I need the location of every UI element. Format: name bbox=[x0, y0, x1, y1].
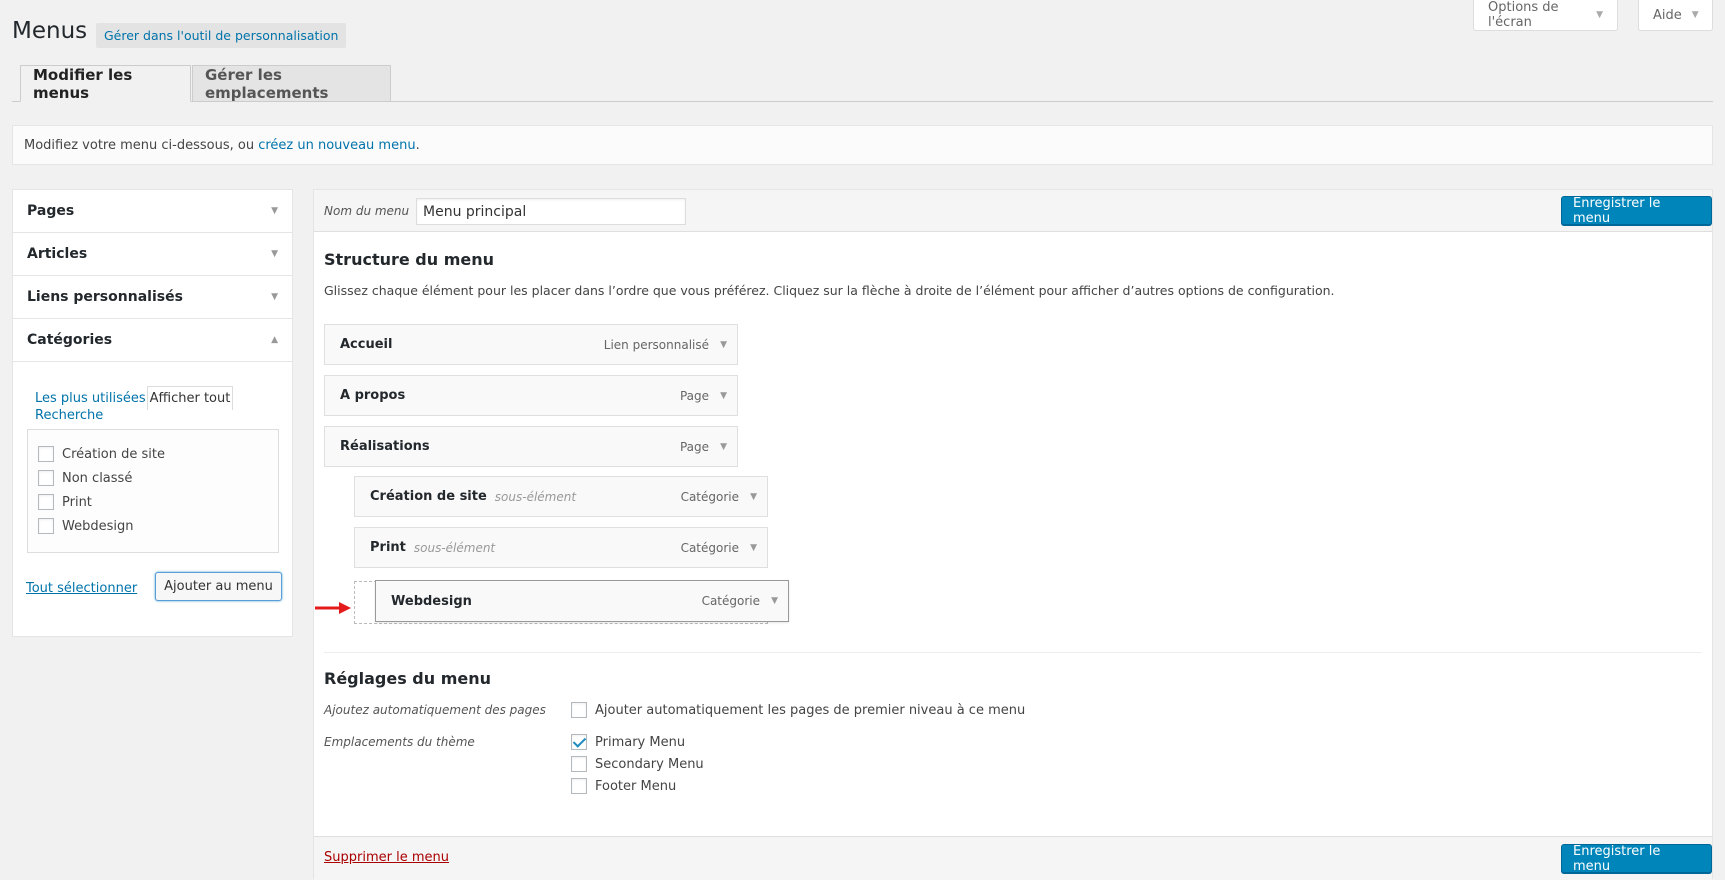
menu-name-label: Nom du menu bbox=[324, 204, 410, 218]
location-option[interactable]: Footer Menu bbox=[571, 778, 676, 794]
manage-suffix: . bbox=[415, 137, 420, 153]
auto-add-label: Ajoutez automatiquement des pages bbox=[324, 703, 546, 717]
menu-item-title: A propos bbox=[340, 388, 406, 403]
list-item[interactable]: Webdesign bbox=[38, 514, 268, 538]
menu-item-title: Accueil bbox=[340, 337, 393, 352]
auto-add-option[interactable]: Ajouter automatiquement les pages de pre… bbox=[571, 702, 1025, 718]
triangle-down-icon[interactable]: ▼ bbox=[720, 391, 727, 401]
save-menu-button[interactable]: Enregistrer le menu bbox=[1561, 196, 1712, 226]
section-divider bbox=[324, 652, 1702, 653]
secondary-menu-checkbox[interactable] bbox=[571, 756, 587, 772]
accordion-custom-links-label: Liens personnalisés bbox=[27, 289, 183, 305]
menu-item-title: Webdesign bbox=[391, 593, 472, 609]
screen-options-label: Options de l'écran bbox=[1488, 0, 1559, 30]
delete-menu-link[interactable]: Supprimer le menu bbox=[324, 850, 449, 865]
footer-menu-checkbox[interactable] bbox=[571, 778, 587, 794]
menu-item-title: Print bbox=[370, 540, 406, 555]
menu-item-type: Page bbox=[679, 439, 709, 454]
tab-search[interactable]: Recherche bbox=[35, 408, 103, 423]
category-label: Print bbox=[62, 494, 92, 510]
location-option[interactable]: Secondary Menu bbox=[571, 756, 704, 772]
menu-name-input[interactable] bbox=[416, 198, 686, 225]
accordion-pages-label: Pages bbox=[27, 203, 75, 219]
add-menu-items-accordion: Pages ▼ Articles ▼ Liens personnalisés ▼… bbox=[12, 189, 293, 637]
accordion-categories-label: Catégories bbox=[27, 332, 113, 348]
triangle-down-icon: ▼ bbox=[271, 249, 278, 259]
help-label: Aide bbox=[1653, 7, 1682, 23]
triangle-down-icon[interactable]: ▼ bbox=[720, 442, 727, 452]
screen-options-button[interactable]: Options de l'écran ▼ bbox=[1473, 0, 1618, 31]
category-checkbox[interactable] bbox=[38, 470, 54, 486]
auto-add-checkbox[interactable] bbox=[571, 702, 587, 718]
location-option[interactable]: Primary Menu bbox=[571, 734, 685, 750]
select-all-link[interactable]: Tout sélectionner bbox=[26, 581, 137, 596]
caret-down-icon: ▼ bbox=[1691, 10, 1699, 20]
menu-item-type: Catégorie bbox=[680, 540, 739, 555]
primary-menu-checkbox[interactable] bbox=[571, 734, 587, 750]
settings-title: Réglages du menu bbox=[324, 669, 492, 688]
triangle-down-icon[interactable]: ▼ bbox=[720, 340, 727, 350]
menu-item-type: Catégorie bbox=[680, 489, 739, 504]
category-label: Webdesign bbox=[62, 518, 134, 534]
manage-in-customizer-button[interactable]: Gérer dans l'outil de personnalisation bbox=[96, 23, 347, 48]
menu-item-sub-label: sous-élément bbox=[413, 540, 496, 555]
category-label: Non classé bbox=[62, 470, 133, 486]
menu-item[interactable]: Print sous-élément Catégorie ▼ bbox=[354, 527, 768, 568]
tab-most-used[interactable]: Les plus utilisées bbox=[35, 391, 146, 406]
structure-title: Structure du menu bbox=[324, 250, 495, 269]
triangle-down-icon: ▼ bbox=[271, 292, 278, 302]
list-item[interactable]: Création de site bbox=[38, 442, 268, 466]
accordion-custom-links[interactable]: Liens personnalisés ▼ bbox=[13, 276, 292, 319]
triangle-up-icon: ▲ bbox=[271, 335, 278, 345]
create-new-menu-link[interactable]: créez un nouveau menu bbox=[258, 138, 415, 153]
help-button[interactable]: Aide ▼ bbox=[1638, 0, 1713, 31]
tab-edit-menus[interactable]: Modifier les menus bbox=[20, 65, 191, 102]
triangle-down-icon[interactable]: ▼ bbox=[750, 492, 757, 502]
menu-footer: Supprimer le menu Enregistrer le menu bbox=[314, 836, 1712, 880]
location-label: Secondary Menu bbox=[595, 756, 704, 772]
triangle-down-icon[interactable]: ▼ bbox=[750, 543, 757, 553]
menu-item-title: Création de site bbox=[370, 489, 487, 504]
location-label: Primary Menu bbox=[595, 734, 686, 750]
menu-item[interactable]: A propos Page ▼ bbox=[324, 375, 738, 416]
menu-item-type: Page bbox=[679, 388, 709, 403]
menu-item-title: Réalisations bbox=[340, 439, 430, 454]
page-title: Menus bbox=[12, 18, 88, 44]
add-to-menu-button[interactable]: Ajouter au menu bbox=[155, 572, 282, 601]
category-checkbox[interactable] bbox=[38, 518, 54, 534]
auto-add-option-label: Ajouter automatiquement les pages de pre… bbox=[595, 702, 1026, 718]
menu-edit-panel: Nom du menu Enregistrer le menu Structur… bbox=[313, 189, 1713, 880]
menu-item[interactable]: Réalisations Page ▼ bbox=[324, 426, 738, 467]
triangle-down-icon[interactable]: ▼ bbox=[771, 596, 778, 606]
list-item[interactable]: Non classé bbox=[38, 466, 268, 490]
tab-manage-locations[interactable]: Gérer les emplacements bbox=[192, 65, 391, 102]
accordion-articles-label: Articles bbox=[27, 246, 88, 262]
triangle-down-icon: ▼ bbox=[271, 206, 278, 216]
menu-item-sub-label: sous-élément bbox=[494, 489, 577, 504]
menu-item-dragging[interactable]: Webdesign Catégorie ▼ bbox=[375, 580, 789, 622]
manage-text: Modifiez votre menu ci-dessous, ou bbox=[24, 137, 259, 153]
category-checkbox[interactable] bbox=[38, 494, 54, 510]
category-checklist: Création de site Non classé Print Webdes… bbox=[27, 429, 279, 553]
tab-show-all[interactable]: Afficher tout bbox=[147, 386, 233, 410]
red-arrow-icon bbox=[315, 602, 351, 614]
categories-panel: Les plus utilisées Afficher tout Recherc… bbox=[13, 362, 292, 636]
save-menu-button-bottom[interactable]: Enregistrer le menu bbox=[1561, 844, 1712, 874]
structure-hint: Glissez chaque élément pour les placer d… bbox=[324, 283, 1335, 298]
location-label: Footer Menu bbox=[595, 778, 677, 794]
category-label: Création de site bbox=[62, 446, 165, 462]
accordion-categories[interactable]: Catégories ▲ bbox=[13, 319, 292, 362]
menu-item[interactable]: Création de site sous-élément Catégorie … bbox=[354, 476, 768, 517]
caret-down-icon: ▼ bbox=[1596, 10, 1603, 20]
menu-header: Nom du menu Enregistrer le menu bbox=[314, 190, 1712, 232]
menu-item-type: Catégorie bbox=[701, 594, 760, 608]
locations-label: Emplacements du thème bbox=[324, 735, 475, 749]
accordion-pages[interactable]: Pages ▼ bbox=[13, 190, 292, 233]
accordion-articles[interactable]: Articles ▼ bbox=[13, 233, 292, 276]
manage-menus-bar: Modifiez votre menu ci-dessous, ou créez… bbox=[12, 125, 1713, 165]
menu-item-type: Lien personnalisé bbox=[603, 337, 709, 352]
list-item[interactable]: Print bbox=[38, 490, 268, 514]
menu-item[interactable]: Accueil Lien personnalisé ▼ bbox=[324, 324, 738, 365]
category-checkbox[interactable] bbox=[38, 446, 54, 462]
